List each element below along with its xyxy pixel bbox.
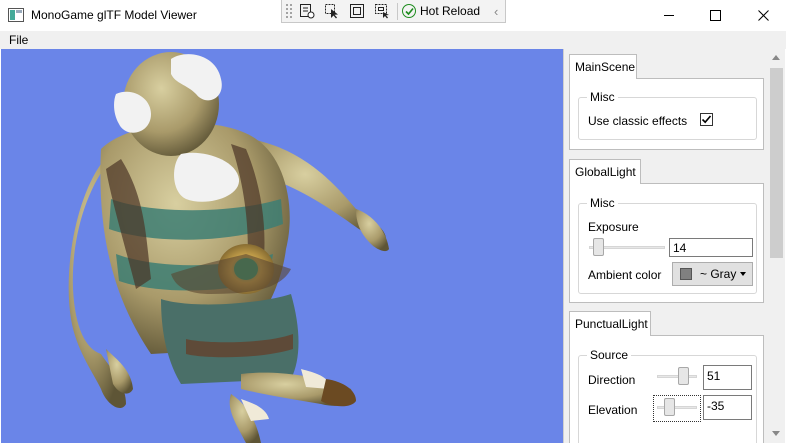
menu-file[interactable]: File — [9, 33, 28, 47]
use-classic-effects-label: Use classic effects — [588, 114, 688, 128]
track-focus-icon — [375, 4, 389, 19]
3d-model-render — [68, 52, 389, 443]
minimize-icon — [663, 15, 674, 16]
tab-globallight[interactable]: GlobalLight — [569, 159, 641, 184]
live-visual-tree-button[interactable] — [296, 1, 318, 21]
section-mainscene: Misc Use classic effects — [569, 78, 764, 150]
maximize-icon — [709, 10, 721, 21]
display-adorners-button[interactable] — [346, 1, 368, 21]
ambient-color-label: Ambient color — [588, 268, 662, 282]
hot-reload-label: Hot Reload — [420, 4, 481, 18]
group-misc: Misc Use classic effects — [578, 90, 757, 140]
elevation-slider-track[interactable] — [657, 406, 697, 409]
checkmark-icon — [701, 115, 712, 124]
collapse-chevron-icon[interactable]: ‹ — [494, 4, 498, 19]
elevation-slider-thumb[interactable] — [664, 398, 675, 416]
group-misc-2-legend: Misc — [587, 196, 618, 210]
use-classic-effects-checkbox[interactable] — [700, 113, 713, 126]
elevation-input[interactable]: -35 — [703, 395, 752, 420]
toolbar-separator — [397, 2, 398, 20]
window-title: MonoGame glTF Model Viewer — [31, 8, 197, 22]
exposure-input[interactable]: 14 — [669, 238, 753, 257]
scrollbar-thumb[interactable] — [770, 68, 783, 258]
tab-mainscene[interactable]: MainScene — [569, 54, 637, 79]
debug-toolbar: Hot Reload ‹ — [281, 0, 506, 23]
app-icon — [8, 8, 24, 22]
track-focus-button[interactable] — [371, 1, 393, 21]
properties-panel: MainScene Misc Use classic effects Globa… — [563, 49, 768, 443]
direction-slider-track[interactable] — [657, 375, 697, 378]
close-icon — [757, 10, 769, 21]
scroll-down-arrow-icon[interactable] — [772, 431, 780, 436]
close-button[interactable] — [740, 0, 786, 31]
maximize-button[interactable] — [692, 0, 738, 31]
direction-input[interactable]: 51 — [703, 365, 752, 390]
exposure-slider-thumb[interactable] — [593, 238, 604, 256]
panel-scrollbar[interactable] — [768, 49, 785, 443]
render-viewport[interactable] — [1, 49, 563, 443]
menu-bar: File — [0, 31, 786, 49]
ambient-color-dropdown[interactable]: ~ Gray — [672, 262, 753, 286]
section-punctuallight: Source Direction 51 Elevation -35 — [569, 335, 764, 443]
elevation-label: Elevation — [588, 403, 638, 417]
direction-label: Direction — [588, 373, 636, 387]
check-circle-icon — [402, 4, 416, 18]
exposure-label: Exposure — [588, 220, 639, 234]
scroll-up-arrow-icon[interactable] — [772, 55, 780, 60]
adorner-icon — [350, 4, 364, 18]
title-bar: MonoGame glTF Model Viewer Hot Reload ‹ — [0, 0, 786, 31]
cursor-select-icon — [325, 4, 338, 19]
tab-globallight-label: GlobalLight — [575, 165, 636, 179]
toolbar-grip-icon[interactable] — [285, 3, 293, 19]
hot-reload-status[interactable]: Hot Reload — [402, 4, 480, 18]
group-misc-legend: Misc — [587, 90, 618, 104]
tab-punctuallight-label: PunctualLight — [575, 317, 648, 331]
select-element-button[interactable] — [321, 1, 343, 21]
section-globallight: Misc Exposure 14 Ambient color ~ Gray — [569, 183, 764, 303]
group-misc-2: Misc Exposure 14 Ambient color ~ Gray — [578, 196, 757, 294]
ambient-color-value: ~ Gray — [700, 267, 737, 281]
tab-mainscene-label: MainScene — [575, 60, 636, 74]
tab-punctuallight[interactable]: PunctualLight — [569, 311, 651, 336]
dropdown-arrow-icon — [740, 272, 747, 276]
color-swatch — [680, 268, 692, 280]
group-source-legend: Source — [587, 348, 632, 362]
direction-slider-thumb[interactable] — [678, 367, 689, 385]
minimize-button[interactable] — [646, 0, 692, 31]
visual-tree-icon — [300, 4, 315, 19]
group-source: Source Direction 51 Elevation -35 — [578, 348, 757, 443]
